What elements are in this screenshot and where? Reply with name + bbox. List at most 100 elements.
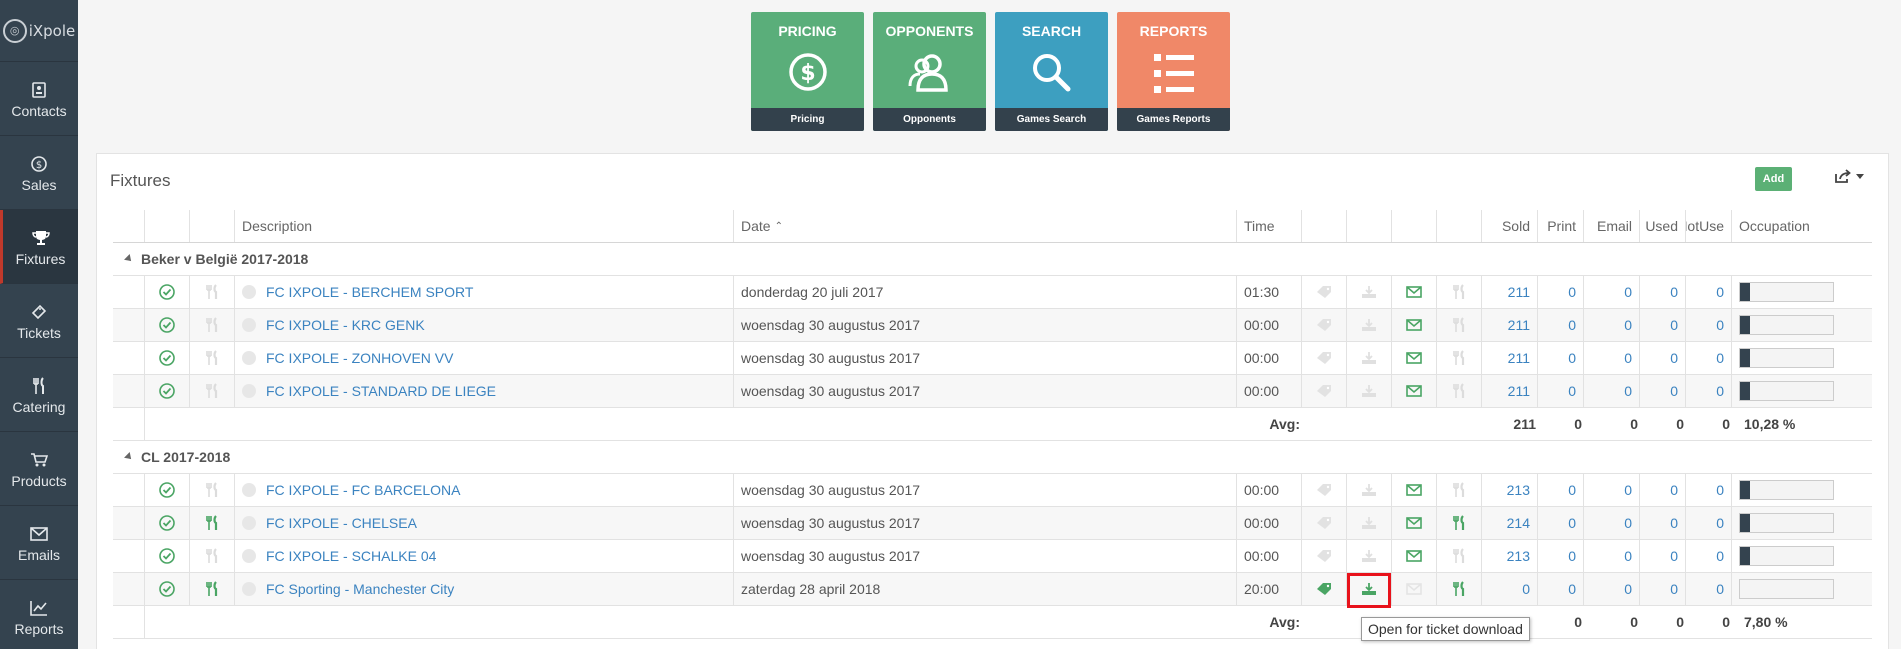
notuse-count[interactable]: 0 <box>1716 515 1724 531</box>
catering-toggle-icon[interactable] <box>1437 573 1482 605</box>
table-row[interactable]: FC IXPOLE - SCHALKE 04 woensdag 30 august… <box>113 540 1872 573</box>
sold-count[interactable]: 211 <box>1508 383 1530 399</box>
catering-toggle-icon[interactable] <box>1437 474 1482 506</box>
table-row[interactable]: FC IXPOLE - ZONHOVEN VV woensdag 30 augus… <box>113 342 1872 375</box>
notuse-count[interactable]: 0 <box>1716 581 1724 597</box>
ticket-download-icon[interactable] <box>1347 309 1392 341</box>
table-row[interactable]: FC Sporting - Manchester City zaterdag 28… <box>113 573 1872 606</box>
catering-toggle-icon[interactable] <box>1437 375 1482 407</box>
email-count[interactable]: 0 <box>1624 482 1632 498</box>
tile-pricing[interactable]: PRICING $ Pricing <box>751 12 864 131</box>
catering-toggle-icon[interactable] <box>1437 507 1482 539</box>
sold-count[interactable]: 214 <box>1507 515 1530 531</box>
print-count[interactable]: 0 <box>1568 317 1576 333</box>
catering-icon[interactable] <box>190 540 235 572</box>
catering-icon[interactable] <box>190 309 235 341</box>
add-button[interactable]: Add <box>1755 167 1792 191</box>
fixture-link[interactable]: FC IXPOLE - CHELSEA <box>266 515 417 531</box>
price-tag-icon[interactable] <box>1302 342 1347 374</box>
catering-icon[interactable] <box>190 375 235 407</box>
email-icon[interactable] <box>1392 507 1437 539</box>
col-sold[interactable]: Sold <box>1482 210 1538 242</box>
email-count[interactable]: 0 <box>1624 284 1632 300</box>
used-count[interactable]: 0 <box>1670 284 1678 300</box>
ticket-download-icon[interactable] <box>1347 375 1392 407</box>
ticket-download-icon[interactable] <box>1347 276 1392 308</box>
print-count[interactable]: 0 <box>1568 482 1576 498</box>
price-tag-icon[interactable] <box>1302 540 1347 572</box>
ticket-download-icon[interactable] <box>1347 474 1392 506</box>
fixture-link[interactable]: FC IXPOLE - FC BARCELONA <box>266 482 460 498</box>
table-row[interactable]: FC IXPOLE - FC BARCELONA woensdag 30 augu… <box>113 474 1872 507</box>
col-description[interactable]: Description <box>235 210 734 242</box>
sold-count[interactable]: 211 <box>1508 317 1530 333</box>
used-count[interactable]: 0 <box>1670 581 1678 597</box>
table-row[interactable]: FC IXPOLE - BERCHEM SPORT donderdag 20 ju… <box>113 276 1872 309</box>
print-count[interactable]: 0 <box>1568 284 1576 300</box>
sold-count[interactable]: 213 <box>1507 548 1530 564</box>
tile-opponents[interactable]: OPPONENTS Opponents <box>873 12 986 131</box>
sidebar-item-reports[interactable]: Reports <box>0 580 78 649</box>
email-count[interactable]: 0 <box>1624 383 1632 399</box>
sold-count[interactable]: 211 <box>1508 350 1530 366</box>
used-count[interactable]: 0 <box>1670 317 1678 333</box>
print-count[interactable]: 0 <box>1568 350 1576 366</box>
col-occupation[interactable]: Occupation <box>1732 210 1847 242</box>
price-tag-icon[interactable] <box>1302 375 1347 407</box>
sidebar-item-products[interactable]: Products <box>0 432 78 506</box>
price-tag-icon[interactable] <box>1302 507 1347 539</box>
email-icon[interactable] <box>1392 375 1437 407</box>
used-count[interactable]: 0 <box>1670 383 1678 399</box>
fixture-link[interactable]: FC IXPOLE - SCHALKE 04 <box>266 548 436 564</box>
app-logo[interactable]: ◎ iXpole <box>0 0 78 62</box>
used-count[interactable]: 0 <box>1670 482 1678 498</box>
catering-icon[interactable] <box>190 342 235 374</box>
tile-search[interactable]: SEARCH Games Search <box>995 12 1108 131</box>
col-email[interactable]: Email <box>1584 210 1640 242</box>
price-tag-icon[interactable] <box>1302 309 1347 341</box>
sidebar-item-catering[interactable]: Catering <box>0 358 78 432</box>
catering-toggle-icon[interactable] <box>1437 540 1482 572</box>
fixture-link[interactable]: FC IXPOLE - ZONHOVEN VV <box>266 350 453 366</box>
email-count[interactable]: 0 <box>1624 581 1632 597</box>
email-icon[interactable] <box>1392 573 1437 605</box>
used-count[interactable]: 0 <box>1670 515 1678 531</box>
sidebar-item-sales[interactable]: $ Sales <box>0 136 78 210</box>
email-count[interactable]: 0 <box>1624 548 1632 564</box>
sidebar-item-contacts[interactable]: Contacts <box>0 62 78 136</box>
sold-count[interactable]: 211 <box>1508 284 1530 300</box>
print-count[interactable]: 0 <box>1568 515 1576 531</box>
used-count[interactable]: 0 <box>1670 350 1678 366</box>
print-count[interactable]: 0 <box>1568 383 1576 399</box>
group-header[interactable]: Beker v België 2017-2018 <box>113 243 1872 276</box>
email-icon[interactable] <box>1392 276 1437 308</box>
table-row[interactable]: FC IXPOLE - CHELSEA woensdag 30 augustus … <box>113 507 1872 540</box>
sold-count[interactable]: 0 <box>1522 581 1530 597</box>
ticket-download-icon[interactable] <box>1347 540 1392 572</box>
price-tag-icon[interactable] <box>1302 474 1347 506</box>
price-tag-icon[interactable] <box>1302 276 1347 308</box>
catering-icon[interactable] <box>190 276 235 308</box>
notuse-count[interactable]: 0 <box>1716 548 1724 564</box>
email-icon[interactable] <box>1392 342 1437 374</box>
sidebar-item-emails[interactable]: Emails <box>0 506 78 580</box>
fixture-link[interactable]: FC IXPOLE - KRC GENK <box>266 317 425 333</box>
fixture-link[interactable]: FC IXPOLE - BERCHEM SPORT <box>266 284 473 300</box>
email-count[interactable]: 0 <box>1624 317 1632 333</box>
export-dropdown[interactable] <box>1834 169 1864 184</box>
catering-toggle-icon[interactable] <box>1437 309 1482 341</box>
fixture-link[interactable]: FC IXPOLE - STANDARD DE LIEGE <box>266 383 496 399</box>
table-row[interactable]: FC IXPOLE - KRC GENK woensdag 30 augustus… <box>113 309 1872 342</box>
catering-toggle-icon[interactable] <box>1437 276 1482 308</box>
catering-icon[interactable] <box>190 573 235 605</box>
sold-count[interactable]: 213 <box>1507 482 1530 498</box>
email-count[interactable]: 0 <box>1624 515 1632 531</box>
ticket-download-icon[interactable] <box>1347 507 1392 539</box>
sidebar-item-tickets[interactable]: Tickets <box>0 284 78 358</box>
email-icon[interactable] <box>1392 540 1437 572</box>
used-count[interactable]: 0 <box>1670 548 1678 564</box>
notuse-count[interactable]: 0 <box>1716 383 1724 399</box>
print-count[interactable]: 0 <box>1568 581 1576 597</box>
print-count[interactable]: 0 <box>1568 548 1576 564</box>
notuse-count[interactable]: 0 <box>1716 350 1724 366</box>
